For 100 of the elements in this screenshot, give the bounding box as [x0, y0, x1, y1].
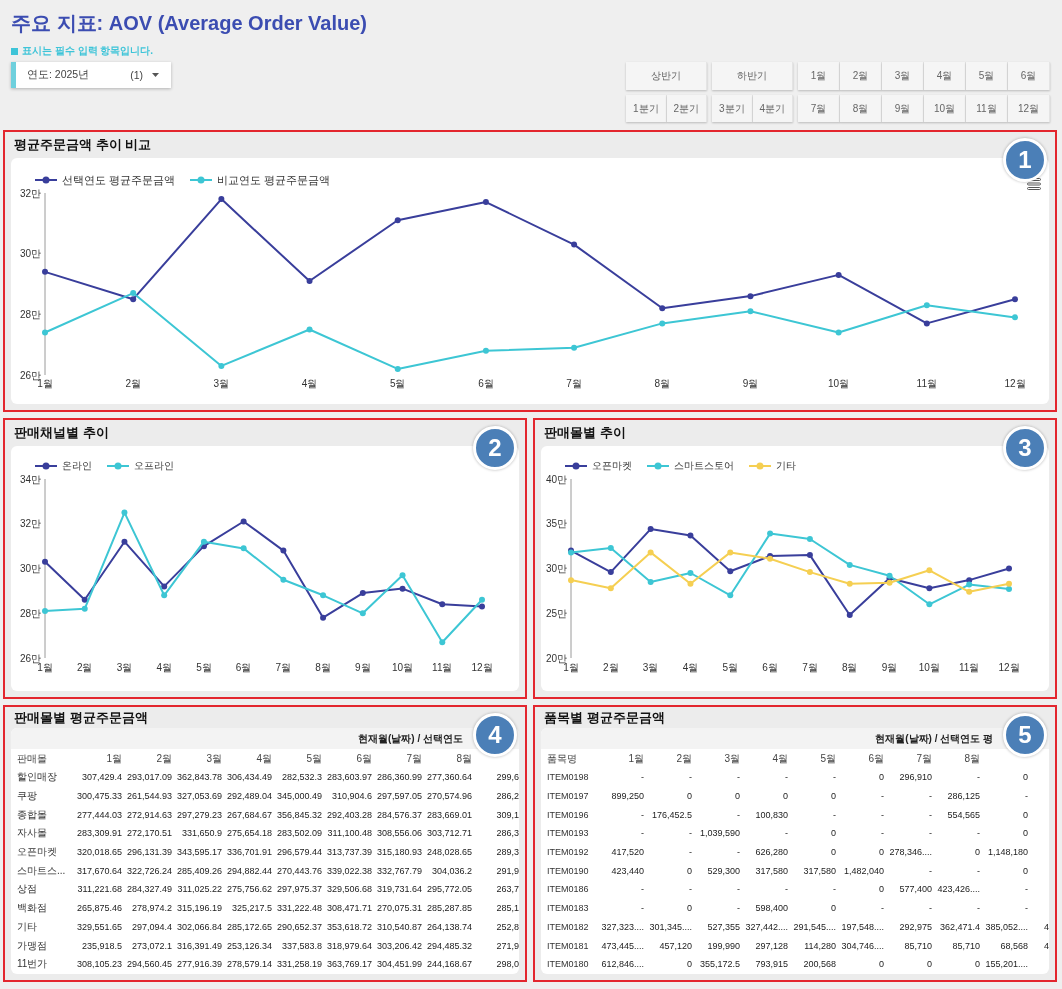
- table-cell: 290,652.37: [276, 921, 322, 932]
- table-cell: 329,506.68: [326, 884, 372, 895]
- table-cell: 199,990: [707, 940, 740, 951]
- month-button[interactable]: 7월: [798, 95, 840, 122]
- callout-number: 3: [1003, 426, 1047, 470]
- data-point: [1012, 314, 1018, 321]
- x-axis-label: 3월: [116, 662, 133, 673]
- table-cell: 327,323....: [601, 921, 644, 932]
- x-axis-label: 11월: [432, 662, 453, 673]
- table-cell: 298,0: [496, 959, 519, 970]
- row-label: ITEM0198: [547, 772, 589, 783]
- data-point: [1006, 565, 1012, 572]
- year-dropdown[interactable]: 연도: 2025년 (1): [11, 62, 171, 88]
- table-cell: 282,532.3: [281, 772, 322, 783]
- column-header: 6월: [356, 751, 372, 766]
- month-button[interactable]: 10월: [924, 95, 966, 122]
- table-cell: 325,217.5: [231, 903, 272, 914]
- data-point: [647, 526, 654, 533]
- table-group-header: 현재월(날짜) / 선택연도 평: [875, 731, 993, 746]
- period-button[interactable]: 4분기: [752, 95, 793, 122]
- table-cell: -: [929, 791, 932, 802]
- x-axis-label: 7월: [802, 662, 818, 673]
- table-cell: -: [689, 847, 692, 858]
- data-point: [439, 601, 446, 608]
- table-cell: 308,105.23: [76, 959, 122, 970]
- table-cell: -: [737, 772, 740, 783]
- table-cell: 0: [975, 847, 980, 858]
- table-cell: 4: [1044, 940, 1049, 951]
- table-cell: 294,882.44: [226, 865, 272, 876]
- row-label: ITEM0181: [547, 940, 589, 951]
- table-cell: 0: [1023, 865, 1028, 876]
- row-label: 쿠팡: [17, 789, 37, 804]
- month-button[interactable]: 9월: [882, 95, 924, 122]
- data-point: [568, 577, 574, 584]
- month-button[interactable]: 12월: [1008, 95, 1050, 122]
- data-point: [42, 268, 48, 275]
- table-cell: 315,196.19: [176, 903, 222, 914]
- period-button[interactable]: 2분기: [666, 95, 707, 122]
- data-point: [280, 547, 287, 554]
- data-point: [846, 580, 853, 587]
- x-axis-label: 8월: [315, 662, 331, 673]
- data-point: [647, 549, 654, 556]
- table-cell: 271,9: [496, 940, 519, 951]
- table-cell: 296,910: [899, 772, 932, 783]
- column-header: 6월: [868, 751, 884, 766]
- table-cell: 793,915: [755, 959, 788, 970]
- month-button[interactable]: 1월: [798, 62, 840, 90]
- table-cell: 0: [879, 847, 884, 858]
- table-cell: 275,654.18: [226, 828, 272, 839]
- column-header: 4월: [256, 751, 272, 766]
- period-button[interactable]: 하반기: [712, 62, 793, 90]
- y-axis-label: 28만: [19, 308, 41, 320]
- y-axis-label: 25만: [545, 607, 567, 619]
- month-button[interactable]: 2월: [840, 62, 882, 90]
- row-label: ITEM0196: [547, 809, 589, 820]
- table-cell: 285,1: [496, 903, 519, 914]
- month-button[interactable]: 8월: [840, 95, 882, 122]
- row-label: 11번가: [17, 957, 48, 972]
- table-cell: 272,170.51: [126, 828, 172, 839]
- table-cell: 285,172.65: [226, 921, 272, 932]
- month-button[interactable]: 3월: [882, 62, 924, 90]
- data-point: [607, 569, 614, 576]
- x-axis-label: 9월: [355, 662, 371, 673]
- table-cell: 1,039,590: [699, 828, 740, 839]
- table-cell: 0: [687, 959, 692, 970]
- table-cell: 0: [831, 828, 836, 839]
- data-point: [923, 320, 930, 327]
- table-cell: 264,138.74: [426, 921, 472, 932]
- month-button[interactable]: 4월: [924, 62, 966, 90]
- table-cell: 286,360.99: [376, 772, 422, 783]
- period-button[interactable]: 상반기: [626, 62, 707, 90]
- data-point: [687, 570, 694, 576]
- table-cell: 527,355: [707, 921, 740, 932]
- month-button[interactable]: 11월: [966, 95, 1008, 122]
- data-point: [846, 612, 853, 619]
- table-cell: 100,830: [755, 809, 788, 820]
- row-label: 가맹점: [17, 938, 47, 953]
- data-point: [42, 329, 48, 336]
- month-button[interactable]: 5월: [966, 62, 1008, 90]
- table-cell: 0: [1023, 772, 1028, 783]
- data-point: [727, 568, 734, 575]
- month-button[interactable]: 6월: [1008, 62, 1050, 90]
- table-cell: 626,280: [755, 847, 788, 858]
- table-cell: 68,568: [1000, 940, 1028, 951]
- period-button[interactable]: 3분기: [712, 95, 753, 122]
- data-point: [320, 614, 327, 621]
- table-cell: 315,180.93: [376, 847, 422, 858]
- x-axis-label: 3월: [642, 662, 659, 673]
- row-label: 자사몰: [17, 826, 47, 841]
- table-cell: -: [881, 791, 884, 802]
- data-point: [571, 344, 578, 351]
- table-cell: 263,7: [496, 884, 519, 895]
- table-cell: 85,710: [952, 940, 980, 951]
- table-cell: 297,975.37: [276, 884, 322, 895]
- x-axis-label: 8월: [841, 662, 858, 673]
- column-header: 3월: [206, 751, 222, 766]
- period-button[interactable]: 1분기: [626, 95, 667, 122]
- x-axis-label: 6월: [235, 662, 252, 673]
- data-point: [659, 305, 666, 312]
- data-point: [727, 592, 734, 599]
